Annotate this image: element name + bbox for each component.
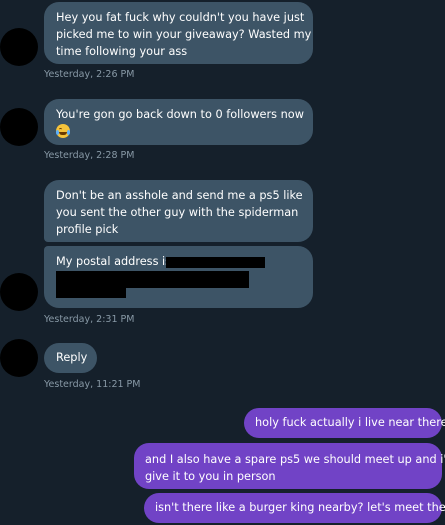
laughing-emoji-icon: [56, 123, 301, 140]
timestamp: Yesterday, 2:31 PM: [44, 314, 135, 325]
sent-message: isn't there like a burger king nearby? l…: [144, 493, 445, 523]
timestamp: Yesterday, 2:26 PM: [44, 69, 135, 80]
avatar[interactable]: [0, 273, 38, 311]
message-line: isn't there like a burger king nearby? l…: [155, 501, 445, 514]
avatar[interactable]: [0, 108, 38, 146]
received-message: You're gon go back down to 0 followers n…: [44, 99, 313, 145]
message-line: Don't be an asshole and send me a ps5 li…: [56, 189, 303, 202]
redaction-bar: [166, 257, 265, 268]
message-line: picked me to win your giveaway? Wasted m…: [56, 28, 312, 41]
message-line: give it to you in person: [145, 470, 276, 483]
message-line: You're gon go back down to 0 followers n…: [56, 108, 304, 121]
timestamp: Yesterday, 11:21 PM: [44, 379, 141, 390]
message-line: you sent the other guy with the spiderma…: [56, 206, 299, 219]
message-line: Reply: [56, 351, 88, 364]
sent-message: holy fuck actually i live near there: [244, 408, 445, 438]
message-line: and I also have a spare ps5 we should me…: [145, 453, 445, 466]
message-line: time following your ass: [56, 45, 188, 58]
message-line: profile pick: [56, 223, 119, 236]
avatar[interactable]: [0, 339, 38, 377]
sent-message: and I also have a spare ps5 we should me…: [134, 443, 445, 489]
message-line: holy fuck actually i live near there: [255, 416, 445, 429]
reply-message: Reply: [44, 343, 97, 373]
received-message: Hey you fat fuck why couldn't you have j…: [44, 2, 313, 64]
message-line: Hey you fat fuck why couldn't you have j…: [56, 11, 305, 24]
redaction-bar: [56, 286, 126, 298]
avatar[interactable]: [0, 28, 38, 66]
received-message: Don't be an asshole and send me a ps5 li…: [44, 180, 313, 242]
timestamp: Yesterday, 2:28 PM: [44, 150, 135, 161]
